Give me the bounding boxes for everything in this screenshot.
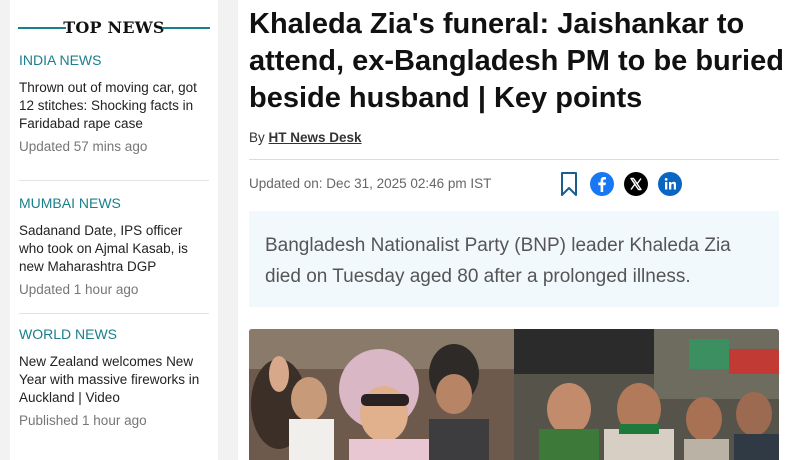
- sidebar-title: TOP NEWS: [63, 18, 165, 37]
- title-rule-right: [162, 27, 210, 29]
- sidebar-headline[interactable]: Sadanand Date, IPS officer who took on A…: [19, 222, 209, 276]
- sidebar-category[interactable]: MUMBAI NEWS: [19, 195, 209, 211]
- sidebar-news-item[interactable]: INDIA NEWS Thrown out of moving car, got…: [19, 52, 209, 154]
- byline-prefix: By: [249, 130, 265, 145]
- sidebar-title-wrap: TOP NEWS: [10, 16, 218, 40]
- divider: [249, 159, 779, 160]
- article-photo: [249, 329, 779, 460]
- top-news-sidebar: TOP NEWS INDIA NEWS Thrown out of moving…: [10, 0, 218, 460]
- byline: By HT News Desk: [249, 130, 362, 145]
- sidebar-headline[interactable]: New Zealand welcomes New Year with massi…: [19, 353, 209, 407]
- divider: [19, 180, 209, 181]
- title-rule-left: [18, 27, 66, 29]
- sidebar-news-item[interactable]: MUMBAI NEWS Sadanand Date, IPS officer w…: [19, 195, 209, 297]
- facebook-icon[interactable]: [590, 172, 614, 196]
- sidebar-news-item[interactable]: WORLD NEWS New Zealand welcomes New Year…: [19, 326, 209, 428]
- bookmark-icon[interactable]: [558, 171, 580, 197]
- article-main: Khaleda Zia's funeral: Jaishankar to att…: [238, 0, 791, 460]
- sidebar-timestamp: Updated 1 hour ago: [19, 282, 139, 297]
- divider: [19, 313, 209, 314]
- article-headline: Khaleda Zia's funeral: Jaishankar to att…: [249, 8, 784, 114]
- sidebar-category[interactable]: INDIA NEWS: [19, 52, 209, 68]
- sidebar-timestamp: Updated 57 mins ago: [19, 139, 148, 154]
- share-bar: [558, 171, 682, 197]
- article-summary: Bangladesh Nationalist Party (BNP) leade…: [249, 211, 779, 307]
- linkedin-icon[interactable]: [658, 172, 682, 196]
- updated-timestamp: Updated on: Dec 31, 2025 02:46 pm IST: [249, 176, 492, 191]
- sidebar-timestamp: Published 1 hour ago: [19, 413, 147, 428]
- x-icon[interactable]: [624, 172, 648, 196]
- sidebar-category[interactable]: WORLD NEWS: [19, 326, 209, 342]
- author-link[interactable]: HT News Desk: [269, 130, 362, 145]
- sidebar-headline[interactable]: Thrown out of moving car, got 12 stitche…: [19, 79, 209, 133]
